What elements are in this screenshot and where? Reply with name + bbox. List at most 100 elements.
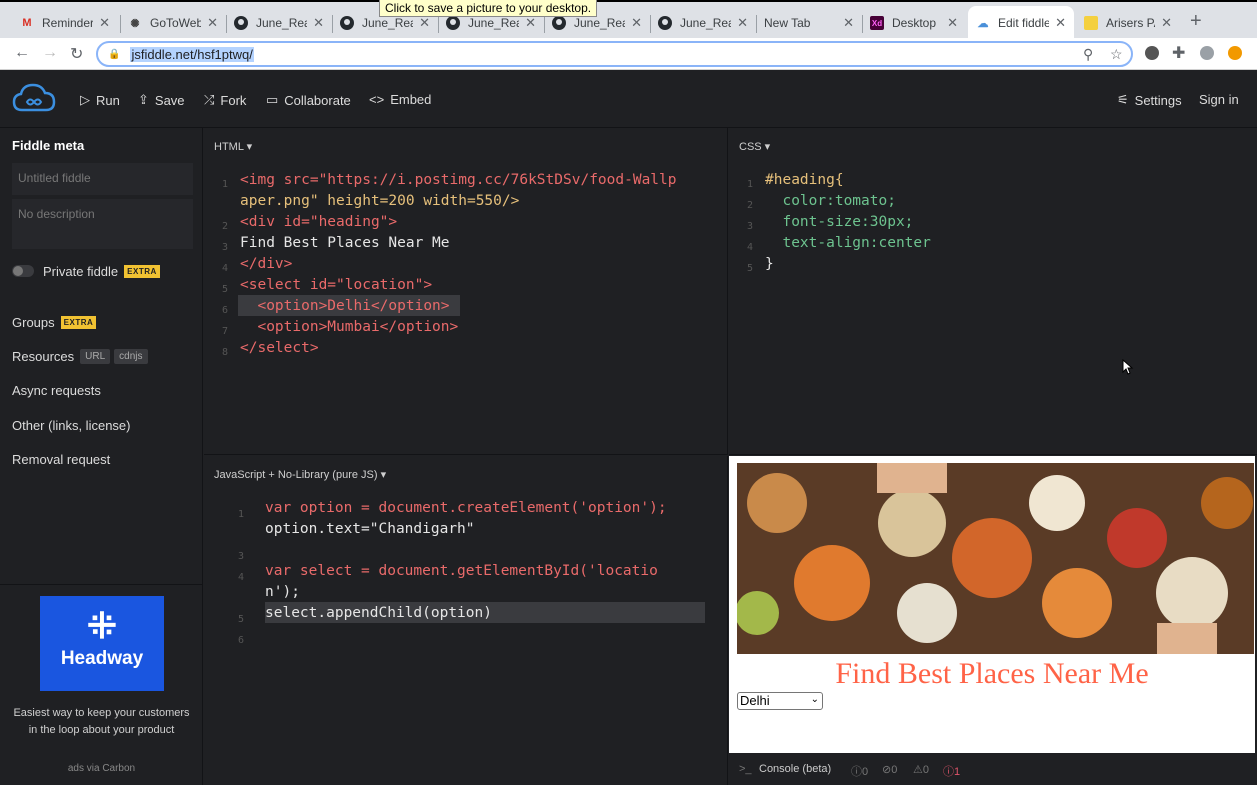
- private-fiddle-label: Private fiddle EXTRA: [43, 264, 160, 279]
- github-icon: [446, 16, 460, 30]
- puzzle-icon[interactable]: ✚: [1172, 43, 1185, 63]
- fiddle-description-input[interactable]: No description: [12, 199, 193, 249]
- close-icon[interactable]: ✕: [525, 15, 536, 31]
- html-editor[interactable]: 1 <img src="https://i.postimg.cc/76kStDS…: [204, 170, 724, 450]
- location-select[interactable]: Delhi ⌄: [737, 692, 823, 710]
- mouse-cursor-icon: [1122, 358, 1134, 380]
- log-count: ⊘0: [882, 764, 898, 776]
- close-icon[interactable]: ✕: [99, 15, 110, 31]
- reload-icon[interactable]: ↻: [70, 44, 83, 64]
- sidebar-item-async[interactable]: Async requests: [12, 383, 101, 398]
- github-icon: [234, 16, 248, 30]
- private-toggle[interactable]: [12, 265, 34, 277]
- sidebar: Fiddle meta Untitled fiddle No descripti…: [0, 128, 203, 785]
- url-text: jsfiddle.net/hsf1ptwq/: [130, 46, 254, 62]
- new-tab-button[interactable]: +: [1190, 10, 1202, 33]
- warning-count: ⚠0: [913, 764, 929, 776]
- tab-github-1[interactable]: June_React ✕: [226, 6, 332, 40]
- save-button[interactable]: ⇪ Save: [138, 92, 185, 108]
- github-icon: [658, 16, 672, 30]
- tab-label: June_React: [468, 16, 519, 30]
- js-panel[interactable]: JavaScript + No-Library (pure JS) ▾ 1 va…: [204, 456, 728, 785]
- gmail-icon: M: [22, 17, 32, 29]
- css-editor[interactable]: 1 #heading{ 2 color:tomato; 3 font-size:…: [729, 170, 1249, 450]
- tab-edit-fiddle[interactable]: ☁ Edit fiddle ✕: [968, 6, 1074, 40]
- tab-new-tab[interactable]: New Tab ✕: [756, 6, 862, 40]
- close-icon[interactable]: ✕: [1161, 15, 1172, 31]
- sidebar-item-groups[interactable]: Groups EXTRA: [12, 315, 97, 330]
- extension-icon[interactable]: [1145, 46, 1159, 60]
- close-icon[interactable]: ✕: [843, 15, 854, 31]
- close-icon[interactable]: ✕: [947, 15, 958, 31]
- zoom-icon[interactable]: ⚲: [1083, 46, 1093, 63]
- code-line: <img src="https://i.postimg.cc/76kStDSv/…: [240, 172, 677, 188]
- css-panel-header[interactable]: CSS ▾: [739, 140, 770, 153]
- code-line: <option>Delhi</option>: [240, 298, 450, 314]
- run-button[interactable]: ▷ Run: [80, 92, 120, 108]
- css-panel[interactable]: CSS ▾ 1 #heading{ 2 color:tomato; 3 font…: [729, 128, 1257, 455]
- jsfiddle-logo[interactable]: [12, 82, 56, 119]
- extra-badge: EXTRA: [124, 265, 160, 278]
- console-label[interactable]: Console (beta): [759, 763, 831, 775]
- close-icon[interactable]: ✕: [313, 15, 324, 31]
- profile-icon[interactable]: [1200, 46, 1214, 60]
- sidebar-item-resources[interactable]: Resources URL cdnjs: [12, 349, 148, 364]
- github-icon: [340, 16, 354, 30]
- github-icon: [552, 16, 566, 30]
- address-bar: ← → ↻ 🔒 jsfiddle.net/hsf1ptwq/ ⚲ ☆ ✚: [0, 38, 1257, 70]
- fork-button[interactable]: ⤮ Fork: [204, 92, 246, 108]
- tab-label: Desktop: [892, 16, 937, 30]
- sliders-icon: ⚟: [1117, 92, 1129, 107]
- tab-desktop[interactable]: Xd Desktop ✕: [862, 6, 966, 40]
- result-frame[interactable]: Find Best Places Near Me Delhi ⌄: [729, 456, 1255, 753]
- code-line: color:tomato;: [765, 193, 896, 209]
- sign-in-link[interactable]: Sign in: [1199, 92, 1239, 107]
- tab-gotowebinar[interactable]: ✺ GoToWebin ✕: [120, 6, 226, 40]
- sidebar-title: Fiddle meta: [12, 138, 85, 153]
- tab-label: June_React: [680, 16, 731, 30]
- settings-button[interactable]: ⚟ Settings: [1117, 92, 1182, 108]
- code-icon: <>: [369, 92, 385, 107]
- html-panel[interactable]: HTML ▾ 1 <img src="https://i.postimg.cc/…: [204, 128, 728, 455]
- js-editor[interactable]: 1 var option = document.createElement('o…: [204, 498, 724, 778]
- url-input[interactable]: 🔒 jsfiddle.net/hsf1ptwq/ ⚲ ☆: [96, 41, 1133, 67]
- carbon-ad[interactable]: ⁜ Headway Easiest way to keep your custo…: [0, 584, 203, 785]
- chat-icon: ▭: [266, 92, 279, 107]
- ad-via[interactable]: ads via Carbon: [0, 763, 203, 774]
- bookmark-star-icon[interactable]: ☆: [1110, 46, 1123, 63]
- jsfiddle-icon: ☁: [977, 17, 989, 30]
- js-panel-header[interactable]: JavaScript + No-Library (pure JS) ▾: [214, 468, 386, 481]
- html-panel-header[interactable]: HTML ▾: [214, 140, 252, 153]
- tab-reminder[interactable]: M Reminder ✕: [12, 6, 118, 40]
- collaborate-button[interactable]: ▭ Collaborate: [266, 92, 351, 108]
- jsfiddle-toolbar: ▷ Run ⇪ Save ⤮ Fork ▭ Collaborate <> Embed ⚟ S…: [0, 70, 1257, 128]
- code-line: #heading{: [765, 172, 844, 188]
- back-icon[interactable]: ←: [14, 44, 30, 62]
- cloud-upload-icon: ⇪: [138, 92, 149, 107]
- code-line: var option = document.createElement('opt…: [265, 500, 667, 516]
- ad-text[interactable]: Easiest way to keep your customers in th…: [8, 705, 195, 738]
- close-icon[interactable]: ✕: [737, 15, 748, 31]
- code-line: }: [765, 256, 774, 272]
- embed-button[interactable]: <> Embed: [369, 92, 431, 107]
- gotowebinar-icon: ✺: [130, 17, 140, 30]
- tab-label: June_React: [256, 16, 307, 30]
- tab-github-5[interactable]: June_React ✕: [650, 6, 756, 40]
- headway-logo[interactable]: ⁜ Headway: [40, 596, 164, 691]
- code-line: </select>: [240, 340, 319, 356]
- close-icon[interactable]: ✕: [631, 15, 642, 31]
- tab-label: New Tab: [764, 16, 811, 30]
- error-count: ⓘ1: [943, 766, 961, 778]
- forward-icon[interactable]: →: [42, 44, 58, 62]
- close-icon[interactable]: ✕: [1055, 15, 1066, 31]
- console-bar[interactable]: >_ Console (beta) ⓘ0 ⊘0 ⚠0 ⓘ1: [729, 753, 1255, 785]
- code-line: </div>: [240, 256, 293, 272]
- extension-orange-icon[interactable]: [1228, 46, 1242, 60]
- fiddle-name-input[interactable]: Untitled fiddle: [12, 163, 193, 195]
- close-icon[interactable]: ✕: [207, 15, 218, 31]
- tab-arisers[interactable]: Arisers PA ✕: [1076, 6, 1180, 40]
- lock-icon: 🔒: [108, 48, 121, 60]
- close-icon[interactable]: ✕: [419, 15, 430, 31]
- sidebar-item-other[interactable]: Other (links, license): [12, 418, 130, 433]
- sidebar-item-removal[interactable]: Removal request: [12, 452, 110, 467]
